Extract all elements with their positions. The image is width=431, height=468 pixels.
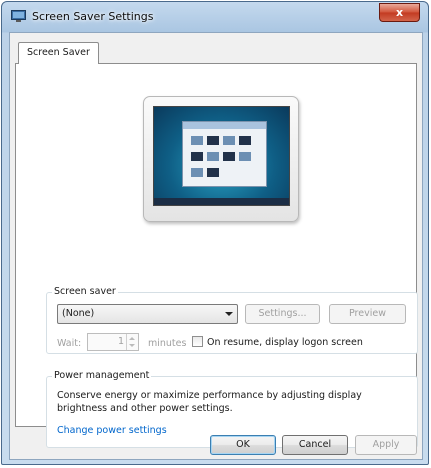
screen-saver-select-value: (None) <box>62 308 95 319</box>
power-management-description: Conserve energy or maximize performance … <box>57 390 362 414</box>
wait-minutes-spinner[interactable]: 1 <box>87 333 139 351</box>
tab-screen-saver[interactable]: Screen Saver <box>18 42 99 64</box>
resume-logon-label[interactable]: On resume, display logon screen <box>207 337 363 348</box>
screen-saver-app-icon <box>11 10 26 22</box>
cancel-button[interactable]: Cancel <box>282 435 348 455</box>
apply-button[interactable]: Apply <box>355 435 417 455</box>
monitor-preview <box>143 96 299 222</box>
preview-taskbar <box>154 198 289 205</box>
resume-logon-checkbox[interactable] <box>192 336 203 347</box>
wait-value: 1 <box>117 336 124 347</box>
title-bar[interactable]: Screen Saver Settings x <box>2 2 428 32</box>
screen-saver-select[interactable]: (None) <box>57 304 238 324</box>
window-title: Screen Saver Settings <box>32 10 154 23</box>
wait-label: Wait: <box>57 338 82 349</box>
preview-screen <box>153 106 290 206</box>
screen-saver-settings-window: Screen Saver Settings x Screen Saver Scr… <box>1 1 429 465</box>
change-power-settings-link[interactable]: Change power settings <box>57 425 167 436</box>
dialog-client-area: Screen Saver Screen saver (None) Setting… <box>9 32 423 460</box>
minutes-label: minutes <box>148 338 187 349</box>
close-button[interactable]: x <box>379 3 420 22</box>
preview-desktop-window <box>182 121 267 187</box>
ok-button[interactable]: OK <box>210 435 276 455</box>
spinner-down-icon[interactable] <box>129 344 135 347</box>
preview-button[interactable]: Preview <box>329 304 406 324</box>
dropdown-arrow-icon <box>225 312 233 316</box>
screen-saver-group-label: Screen saver <box>52 286 118 298</box>
power-management-group-label: Power management <box>52 370 152 382</box>
settings-button[interactable]: Settings... <box>245 304 320 324</box>
tab-panel-screen-saver: Screen saver (None) Settings... Preview … <box>15 63 418 448</box>
screen-saver-group: Screen saver (None) Settings... Preview … <box>46 286 418 354</box>
close-icon: x <box>395 6 404 19</box>
spinner-up-icon[interactable] <box>129 337 135 340</box>
